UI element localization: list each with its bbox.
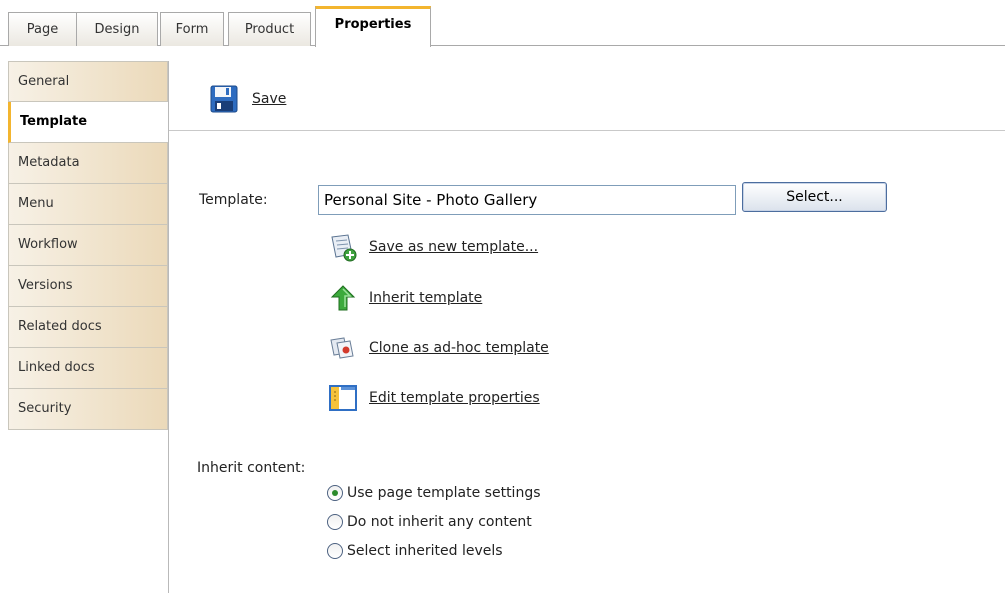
save-toolbar: Save	[169, 61, 1005, 131]
sidebar-item-linked-docs[interactable]: Linked docs	[8, 348, 168, 389]
sidebar-item-label: Security	[18, 401, 72, 416]
sidebar-item-label: Template	[20, 114, 88, 129]
sidebar-item-menu[interactable]: Menu	[8, 184, 168, 225]
sidebar-item-related-docs[interactable]: Related docs	[8, 307, 168, 348]
save-as-new-template-link[interactable]: Save as new template...	[369, 239, 538, 255]
radio-button[interactable]	[327, 485, 343, 501]
radio-label: Use page template settings	[347, 485, 541, 501]
tab-page[interactable]: Page	[8, 12, 77, 46]
inherit-arrow-icon	[330, 285, 356, 311]
tab-design[interactable]: Design	[76, 12, 158, 46]
tab-form[interactable]: Form	[160, 12, 224, 46]
inherit-content-label: Inherit content:	[197, 460, 306, 476]
save-button[interactable]: Save	[252, 91, 286, 107]
sidebar-item-label: Metadata	[18, 155, 80, 170]
tab-product[interactable]: Product	[228, 12, 311, 46]
sidebar-item-label: Workflow	[18, 237, 78, 252]
radio-label: Do not inherit any content	[347, 514, 532, 530]
edit-template-properties-action: Edit template properties	[328, 383, 540, 413]
edit-template-properties-link[interactable]: Edit template properties	[369, 390, 540, 406]
sidebar-item-label: General	[18, 74, 70, 89]
tab-label: Form	[175, 22, 209, 37]
radio-select-inherited-levels[interactable]: Select inherited levels	[327, 543, 503, 559]
content-divider	[168, 61, 169, 593]
clone-template-action: Clone as ad-hoc template	[328, 333, 549, 363]
sidebar-item-versions[interactable]: Versions	[8, 266, 168, 307]
sidebar-item-template[interactable]: Template	[8, 102, 168, 143]
radio-button[interactable]	[327, 543, 343, 559]
tab-label: Page	[26, 22, 59, 37]
sidebar-item-general[interactable]: General	[8, 61, 168, 102]
radio-do-not-inherit-content[interactable]: Do not inherit any content	[327, 514, 532, 530]
sidebar: General Template Metadata Menu Workflow …	[8, 61, 168, 430]
radio-button[interactable]	[327, 514, 343, 530]
top-tab-bar: Page Design Form Product Properties	[0, 0, 1005, 47]
inherit-template-link[interactable]: Inherit template	[369, 290, 482, 306]
sidebar-item-workflow[interactable]: Workflow	[8, 225, 168, 266]
tab-properties[interactable]: Properties	[315, 6, 431, 47]
radio-label: Select inherited levels	[347, 543, 503, 559]
template-input[interactable]	[318, 185, 736, 215]
sidebar-item-label: Versions	[18, 278, 73, 293]
clone-as-ad-hoc-template-link[interactable]: Clone as ad-hoc template	[369, 340, 549, 356]
tab-label: Product	[244, 22, 295, 37]
save-as-new-template-action: Save as new template...	[328, 232, 538, 262]
sidebar-item-security[interactable]: Security	[8, 389, 168, 430]
sidebar-item-label: Linked docs	[18, 360, 95, 375]
radio-use-page-template-settings[interactable]: Use page template settings	[327, 485, 541, 501]
tab-label: Design	[94, 22, 140, 37]
sidebar-item-metadata[interactable]: Metadata	[8, 143, 168, 184]
template-label: Template:	[199, 192, 268, 208]
sidebar-item-label: Menu	[18, 196, 54, 211]
clone-template-icon	[330, 337, 354, 359]
save-new-template-icon	[331, 234, 357, 262]
edit-properties-icon	[329, 385, 357, 411]
inherit-template-action: Inherit template	[328, 283, 482, 313]
select-template-button[interactable]: Select...	[742, 182, 887, 212]
tab-label: Properties	[334, 16, 412, 32]
sidebar-item-label: Related docs	[18, 319, 102, 334]
floppy-disk-icon[interactable]	[209, 84, 239, 114]
